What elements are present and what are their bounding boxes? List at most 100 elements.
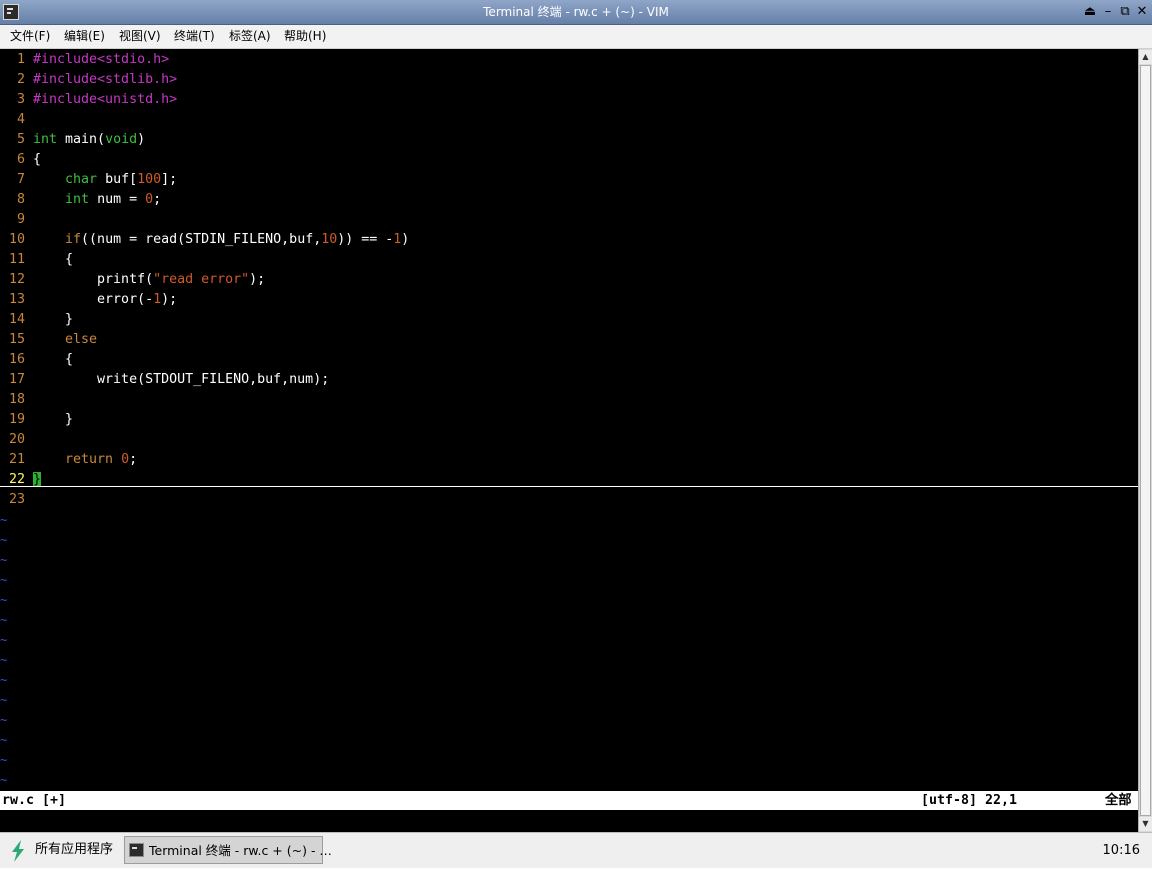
start-menu-leaf-icon[interactable]: [10, 840, 26, 862]
line-source[interactable]: char buf[100];: [33, 170, 177, 190]
tilde-marker: ~: [0, 713, 8, 727]
line-number: 1: [16, 52, 25, 67]
line-number: 8: [16, 192, 25, 207]
code-token: if: [65, 232, 82, 247]
line-source[interactable]: }: [33, 470, 42, 490]
line-source[interactable]: int main(void): [33, 130, 145, 150]
tilde-marker: ~: [0, 773, 8, 787]
clock[interactable]: 10:16: [1103, 843, 1140, 858]
line-source[interactable]: else: [33, 330, 97, 350]
menu-help[interactable]: 帮助(H): [284, 29, 326, 44]
menu-view[interactable]: 视图(V): [119, 29, 161, 44]
code-token: );: [249, 272, 266, 287]
line-number: 6: [16, 152, 25, 167]
tilde-marker: ~: [0, 613, 8, 627]
minimize-button[interactable]: –: [1100, 4, 1116, 20]
code-token: }: [33, 312, 74, 327]
line-source[interactable]: printf("read error");: [33, 270, 265, 290]
line-number: 14: [8, 312, 25, 327]
code-token: printf(: [33, 272, 154, 287]
line-source[interactable]: }: [33, 310, 73, 330]
line-source[interactable]: #include<stdlib.h>: [33, 70, 177, 90]
code-line[interactable]: 18: [0, 390, 1138, 410]
code-line[interactable]: 20: [0, 430, 1138, 450]
code-line[interactable]: 1 #include<stdio.h>: [0, 50, 1138, 70]
line-number: 12: [8, 272, 25, 287]
code-line[interactable]: 14 }: [0, 310, 1138, 330]
line-source[interactable]: {: [33, 350, 73, 370]
close-button[interactable]: ✕: [1134, 4, 1150, 20]
menu-edit[interactable]: 编辑(E): [64, 29, 105, 44]
code-token: #include<stdlib.h>: [33, 72, 178, 87]
code-line[interactable]: 21 return 0;: [0, 450, 1138, 470]
line-source[interactable]: #include<stdio.h>: [33, 50, 169, 70]
menu-tabs[interactable]: 标签(A): [229, 29, 271, 44]
code-line[interactable]: 6{: [0, 150, 1138, 170]
line-number: 4: [16, 112, 25, 127]
line-number: 10: [8, 232, 25, 247]
code-token: buf[: [97, 172, 138, 187]
vim-status-line: rw.c [+] [utf-8] 22,1 全部: [0, 791, 1138, 810]
code-line[interactable]: 7 char buf[100];: [0, 170, 1138, 190]
code-line[interactable]: 10 if((num = read(STDIN_FILENO,buf,10)) …: [0, 230, 1138, 250]
code-token: 0: [145, 192, 154, 207]
code-line[interactable]: 2 #include<stdlib.h>: [0, 70, 1138, 90]
shade-window-button[interactable]: ⏏: [1082, 4, 1098, 20]
line-source[interactable]: {: [33, 250, 73, 270]
tilde-marker: ~: [0, 693, 8, 707]
line-source[interactable]: return 0;: [33, 450, 137, 470]
line-number: 2: [16, 72, 25, 87]
menu-file[interactable]: 文件(F): [10, 29, 50, 44]
terminal-vim-area[interactable]: 1 #include<stdio.h> 2 #include<stdlib.h> 3 #i…: [0, 49, 1138, 832]
code-line[interactable]: 22}: [0, 470, 1138, 490]
code-line[interactable]: 11 {: [0, 250, 1138, 270]
scroll-down-arrow-icon[interactable]: ▼: [1139, 817, 1152, 831]
line-source[interactable]: if((num = read(STDIN_FILENO,buf,10)) == …: [33, 230, 409, 250]
code-line[interactable]: 13 error(-1);: [0, 290, 1138, 310]
tilde-marker: ~: [0, 653, 8, 667]
line-source[interactable]: #include<unistd.h>: [33, 90, 177, 110]
code-token: )) == -: [337, 232, 394, 247]
window-title-bar[interactable]: Terminal 终端 - rw.c + (~) - VIM ⏏ – ⧉ ✕: [0, 0, 1152, 25]
code-line[interactable]: 3 #include<unistd.h>: [0, 90, 1138, 110]
line-source[interactable]: error(-1);: [33, 290, 177, 310]
line-number: 22: [8, 472, 25, 487]
terminal-scrollbar[interactable]: ▲ ▼: [1138, 49, 1152, 832]
code-token: 10: [321, 232, 338, 247]
line-number: 21: [8, 452, 25, 467]
line-source[interactable]: {: [33, 150, 41, 170]
maximize-button[interactable]: ⧉: [1117, 4, 1133, 20]
code-line[interactable]: 19 }: [0, 410, 1138, 430]
code-line[interactable]: 17 write(STDOUT_FILENO,buf,num);: [0, 370, 1138, 390]
code-token: 0: [121, 452, 130, 467]
code-token: {: [33, 252, 74, 267]
code-line[interactable]: 15 else: [0, 330, 1138, 350]
code-line[interactable]: 4: [0, 110, 1138, 130]
tilde-marker: ~: [0, 553, 8, 567]
code-token: else: [65, 332, 98, 347]
scrollbar-thumb[interactable]: [1140, 65, 1151, 816]
code-line[interactable]: 23: [0, 490, 1138, 510]
all-applications-button[interactable]: 所有应用程序: [35, 842, 113, 858]
code-line[interactable]: 8 int num = 0;: [0, 190, 1138, 210]
code-line[interactable]: 9: [0, 210, 1138, 230]
line-source[interactable]: write(STDOUT_FILENO,buf,num);: [33, 370, 329, 390]
line-source[interactable]: int num = 0;: [33, 190, 161, 210]
scroll-up-arrow-icon[interactable]: ▲: [1139, 50, 1152, 64]
menu-terminal[interactable]: 终端(T): [174, 29, 215, 44]
line-number: 20: [8, 432, 25, 447]
code-line[interactable]: 5 int main(void): [0, 130, 1138, 150]
code-token: {: [33, 352, 74, 367]
taskbar-window-button[interactable]: Terminal 终端 - rw.c + (~) - …: [124, 836, 332, 864]
taskbar: 所有应用程序 Terminal 终端 - rw.c + (~) - … 10:1…: [0, 832, 1152, 868]
line-number: 9: [16, 212, 25, 227]
code-line[interactable]: 12 printf("read error");: [0, 270, 1138, 290]
line-number: 11: [8, 252, 25, 267]
code-line[interactable]: 16 {: [0, 350, 1138, 370]
line-source[interactable]: }: [33, 410, 73, 430]
line-number: 16: [8, 352, 25, 367]
text-cursor: }: [33, 472, 42, 487]
